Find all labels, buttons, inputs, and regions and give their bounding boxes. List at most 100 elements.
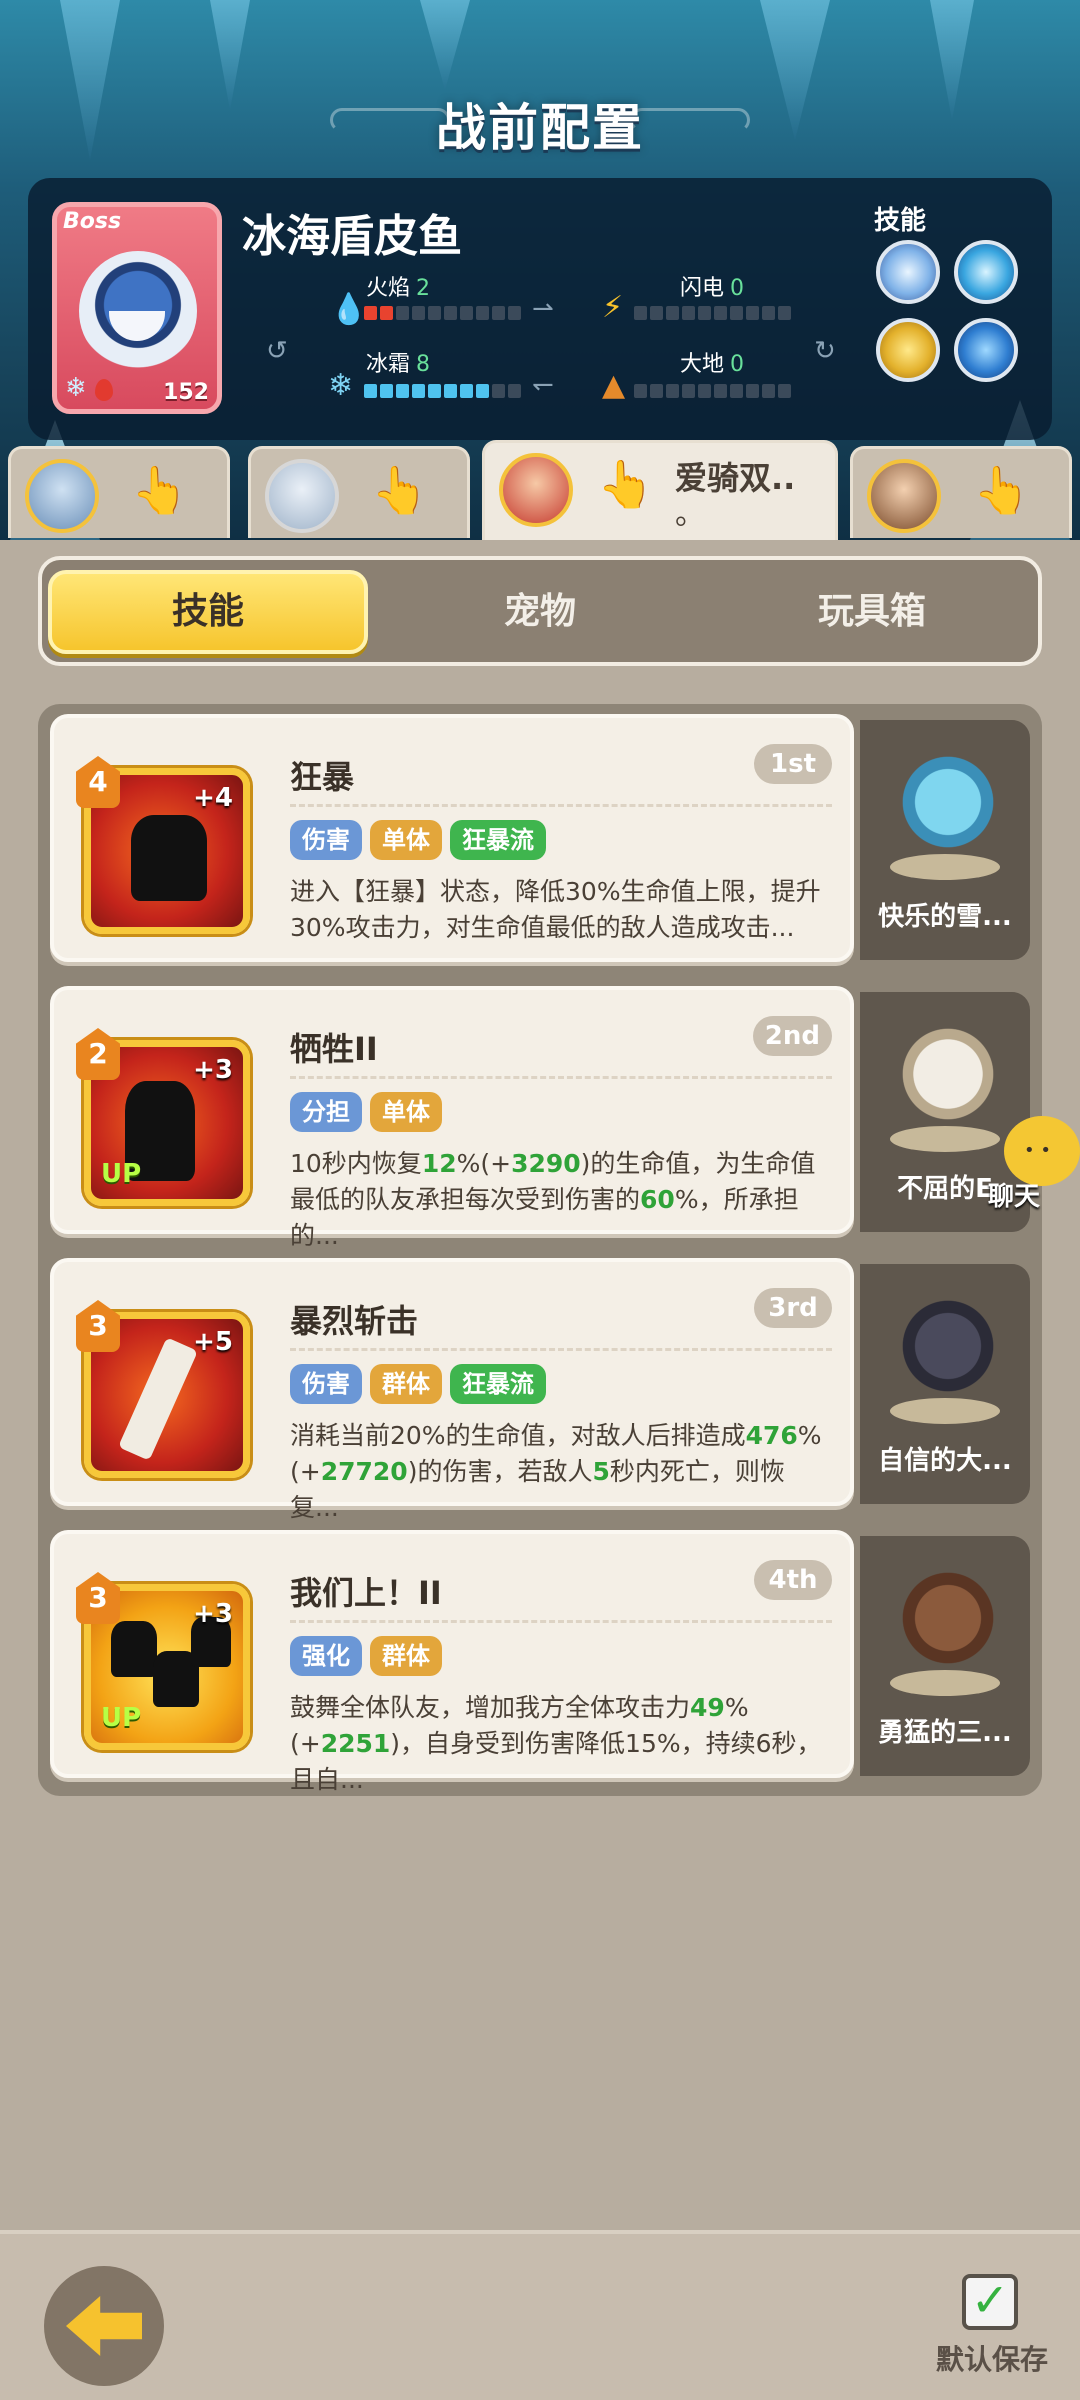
skill-level-badge: 3 [76,1300,120,1352]
hero-tab-1[interactable]: 👆 [8,446,230,538]
skill-name: 我们上！II [290,1574,442,1612]
skill-level-badge: 3 [76,1572,120,1624]
frost-bar-segment [412,384,425,398]
skill-up: UP [101,1159,142,1189]
frost-spike-icon[interactable] [954,240,1018,304]
fire-bar-segment [508,306,521,320]
tab-pets[interactable]: 宠物 [380,570,700,654]
skill-row[interactable]: 2 +3 UP 牺牲II 2nd 分担 单体 10秒内恢复12%(+3290)的… [50,986,1030,1250]
fire-drop-icon [95,379,113,401]
earth-bar-segment [778,384,791,398]
skill-row[interactable]: 4 +4 狂暴 1st 伤害 单体 狂暴流 进入【狂暴】状态，降低30%生命值上… [50,714,1030,970]
frost-icon: ❄ [328,368,354,403]
skill-tags: 强化 群体 [290,1636,442,1676]
fire-element-label: 火焰 2 [366,276,431,301]
swap-arrow-icon: ⇀ [532,294,554,324]
ice-crystal-icon[interactable] [876,240,940,304]
pet-slot[interactable]: 自信的大... [860,1264,1030,1504]
boss-portrait-card[interactable]: Boss ❄ 152 [52,202,222,414]
section-tabs: 技能 宠物 玩具箱 [38,556,1042,666]
tag: 狂暴流 [450,1364,546,1404]
boss-badge: Boss [63,209,122,234]
tag: 群体 [370,1364,442,1404]
fire-bar-segment [476,306,489,320]
skill-rank: 1st [754,744,832,784]
lightning-bar-segment [682,306,695,320]
skill-card[interactable]: 4 +4 狂暴 1st 伤害 单体 狂暴流 进入【狂暴】状态，降低30%生命值上… [50,714,854,962]
skill-level-badge: 4 [76,756,120,808]
lightning-bar-segment [698,306,711,320]
hero-avatar [25,459,99,533]
frost-bar-segment [508,384,521,398]
skill-rank: 2nd [752,1016,832,1056]
default-save-checkbox[interactable]: ✓ [962,2274,1018,2330]
back-button[interactable] [44,2266,164,2386]
lightning-bar-segment [746,306,759,320]
default-save-label[interactable]: 默认保存 [936,2338,1048,2378]
blue-bird-icon[interactable] [954,318,1018,382]
fire-bar-segment [396,306,409,320]
skill-row[interactable]: 3 +5 暴烈斩击 3rd 伤害 群体 狂暴流 消耗当前20%的生命值，对敌人后… [50,1258,1030,1522]
page-title: 战前配置 [436,99,644,157]
skill-name: 牺牲II [290,1030,378,1068]
swap-arrow-icon: ↽ [532,370,554,400]
chat-label[interactable]: 聊天 [988,1176,1040,1213]
lightning-element-bar [634,306,791,320]
skill-tags: 伤害 单体 狂暴流 [290,820,546,860]
frost-bar-segment [380,384,393,398]
pet-name: 勇猛的三... [878,1718,1012,1748]
earth-element-label: 大地 0 [680,352,745,377]
skill-level-badge: 2 [76,1028,120,1080]
hero-avatar [867,459,941,533]
lightning-icon: ⚡ [602,290,624,325]
frost-bar-segment [460,384,473,398]
skill-card[interactable]: 2 +3 UP 牺牲II 2nd 分担 单体 10秒内恢复12%(+3290)的… [50,986,854,1250]
skill-card[interactable]: 3 +5 暴烈斩击 3rd 伤害 群体 狂暴流 消耗当前20%的生命值，对敌人后… [50,1258,854,1522]
tag: 分担 [290,1092,362,1132]
hero-tab-3[interactable]: 👆 爱骑双.. 。 [482,440,838,540]
earth-bar-segment [634,384,647,398]
tap-hand-icon: 👆 [131,463,189,517]
hero-avatar [265,459,339,533]
skill-card[interactable]: 3 +3 UP 我们上！II 4th 强化 群体 鼓舞全体队友，增加我方全体攻击… [50,1530,854,1794]
lightning-element-label: 闪电 0 [680,276,745,301]
tab-skills[interactable]: 技能 [48,570,368,654]
hero-avatar [499,453,573,527]
cycle-arrow-icon: ↺ [266,336,288,366]
frost-bar-segment [476,384,489,398]
divider [290,1620,832,1623]
lightning-bar-segment [714,306,727,320]
skill-plus: +3 [193,1055,233,1085]
tag: 单体 [370,1092,442,1132]
skill-description: 鼓舞全体队友，增加我方全体攻击力49%(+2251)，自身受到伤害降低15%，持… [290,1693,822,1794]
fire-bar-segment [412,306,425,320]
pet-figure [900,1292,996,1412]
hero-tab-2[interactable]: 👆 [248,446,470,538]
earth-icon: ▲ [602,368,626,403]
fire-bar-segment [460,306,473,320]
pet-slot[interactable]: 快乐的雪... [860,720,1030,960]
pet-figure [900,1564,996,1684]
tab-toybox[interactable]: 玩具箱 [712,570,1032,654]
golden-lion-icon[interactable] [876,318,940,382]
pet-pedestal [890,1398,1000,1424]
tap-hand-icon: 👆 [371,463,429,517]
pet-slot[interactable]: 勇猛的三... [860,1536,1030,1776]
divider [290,1076,832,1079]
frost-bar-segment [492,384,505,398]
hero-tab-4[interactable]: 👆 [850,446,1072,538]
lightning-bar-segment [778,306,791,320]
pet-pedestal [890,1126,1000,1152]
lightning-bar-segment [634,306,647,320]
fire-bar-segment [444,306,457,320]
tag: 伤害 [290,1364,362,1404]
fire-icon: 💧 [330,292,368,327]
skill-up: UP [101,1703,142,1733]
tag: 群体 [370,1636,442,1676]
tag: 强化 [290,1636,362,1676]
skill-description: 10秒内恢复12%(+3290)的生命值，为生命值最低的队友承担每次受到伤害的6… [290,1149,816,1250]
skill-row[interactable]: 3 +3 UP 我们上！II 4th 强化 群体 鼓舞全体队友，增加我方全体攻击… [50,1530,1030,1794]
lightning-bar-segment [666,306,679,320]
fire-element-bar [364,306,521,320]
skill-tags: 伤害 群体 狂暴流 [290,1364,546,1404]
